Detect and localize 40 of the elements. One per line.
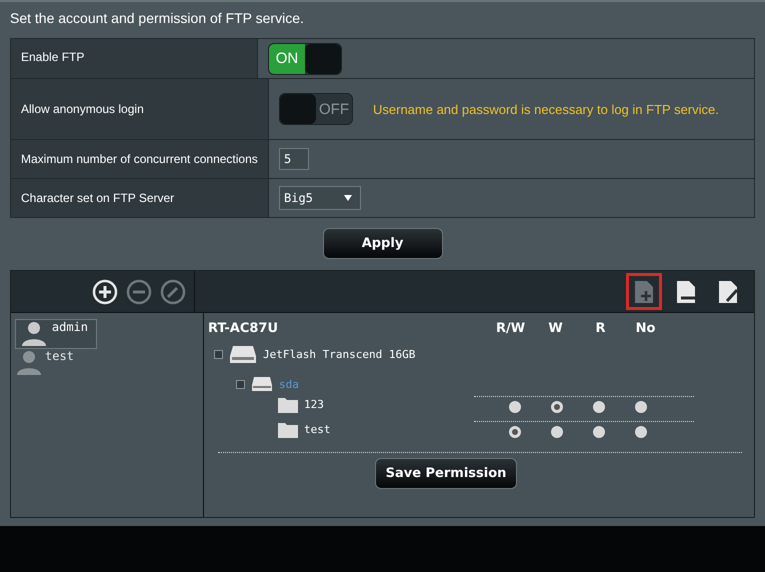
permission-radio[interactable] bbox=[635, 401, 647, 413]
folder-icon bbox=[278, 396, 298, 412]
permission-radio[interactable] bbox=[593, 426, 605, 438]
apply-button[interactable]: Apply bbox=[322, 228, 442, 259]
permission-radio[interactable] bbox=[593, 401, 605, 413]
user-icon bbox=[20, 320, 48, 346]
permission-radio[interactable] bbox=[551, 401, 563, 413]
folder-icon bbox=[278, 422, 298, 438]
user-icon bbox=[15, 349, 43, 375]
hint-text: Username and password is necessary to log in FTP service. bbox=[373, 102, 719, 116]
drive-icon bbox=[251, 376, 273, 392]
permission-column-header: R/W bbox=[494, 321, 526, 336]
setting-label: Maximum number of concurrent connections bbox=[11, 140, 269, 178]
permission-radio[interactable] bbox=[509, 426, 521, 438]
charset-dropdown[interactable]: Big5 bbox=[279, 186, 361, 210]
dropdown-arrow-icon bbox=[344, 195, 352, 201]
permission-column-header: W bbox=[547, 321, 564, 336]
drive-icon bbox=[229, 344, 257, 364]
collapse-icon[interactable] bbox=[214, 350, 223, 358]
connections-input[interactable]: 5 bbox=[279, 148, 309, 170]
folder-name: test bbox=[304, 423, 330, 436]
router-name: RT-AC87U bbox=[208, 321, 280, 336]
setting-label: Enable FTP bbox=[11, 39, 258, 78]
account-item[interactable]: admin bbox=[15, 319, 97, 349]
collapse-icon[interactable] bbox=[236, 380, 245, 388]
permission-radio[interactable] bbox=[635, 426, 647, 438]
intro-text: Set the account and permission of FTP service. bbox=[10, 10, 305, 26]
setting-label: Character set on FTP Server bbox=[11, 179, 269, 217]
account-item[interactable]: test bbox=[15, 349, 199, 379]
permission-radio[interactable] bbox=[551, 426, 563, 438]
toggle-switch[interactable]: OFF bbox=[279, 93, 353, 125]
permission-column-header: No bbox=[634, 321, 656, 336]
new-document-icon[interactable] bbox=[626, 273, 662, 310]
add-icon[interactable] bbox=[92, 278, 118, 304]
disk-name: JetFlash Transcend 16GB bbox=[263, 348, 416, 360]
setting-label: Allow anonymous login bbox=[11, 79, 269, 139]
save-permission-button[interactable]: Save Permission bbox=[375, 458, 517, 489]
folder-name: 123 bbox=[304, 398, 324, 411]
permission-column-header: R bbox=[594, 321, 606, 336]
permission-radio[interactable] bbox=[509, 401, 521, 413]
